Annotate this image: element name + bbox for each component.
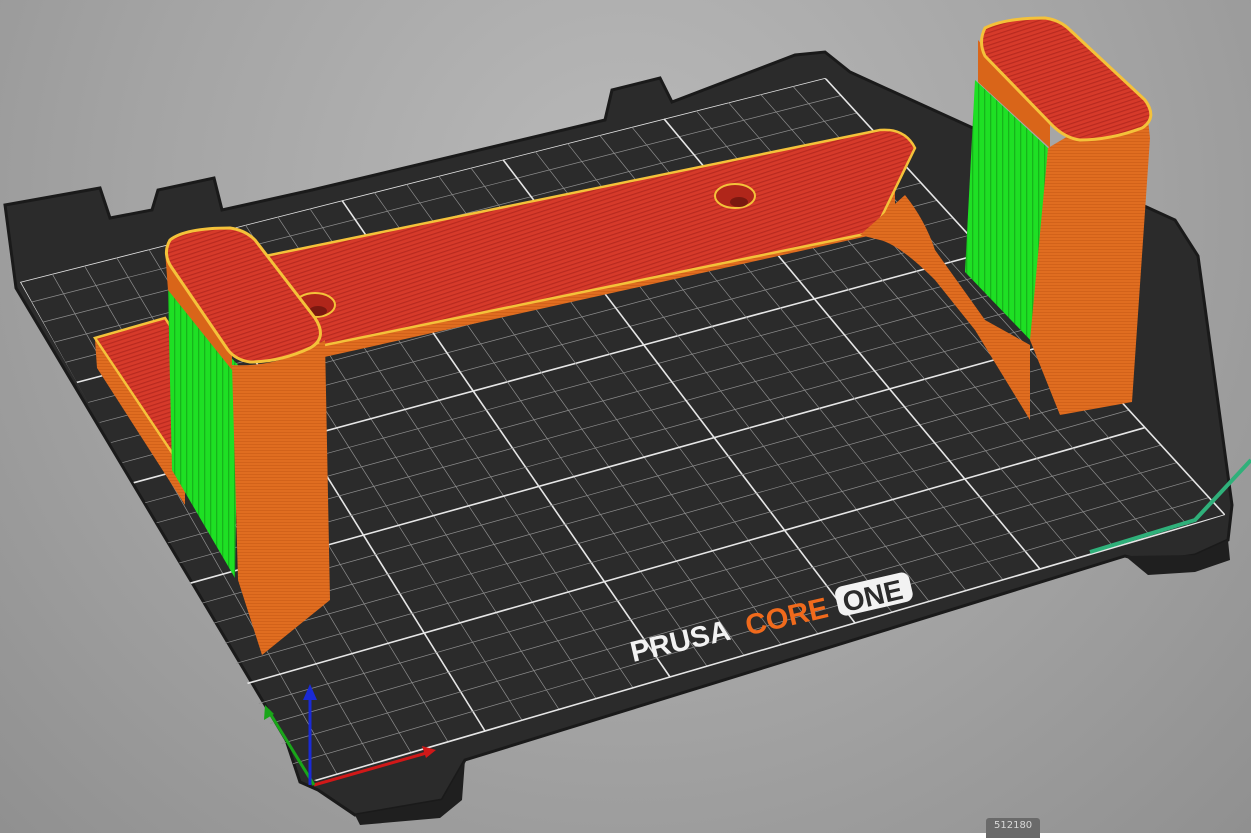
mount-hole-right-inner <box>730 197 748 207</box>
right-post-side <box>1030 120 1150 415</box>
scene-canvas[interactable]: PRUSA CORE ONE <box>0 0 1251 833</box>
3d-viewport[interactable]: PRUSA CORE ONE 512180 <box>0 0 1251 838</box>
corner-status-label: 512180 <box>986 818 1041 838</box>
